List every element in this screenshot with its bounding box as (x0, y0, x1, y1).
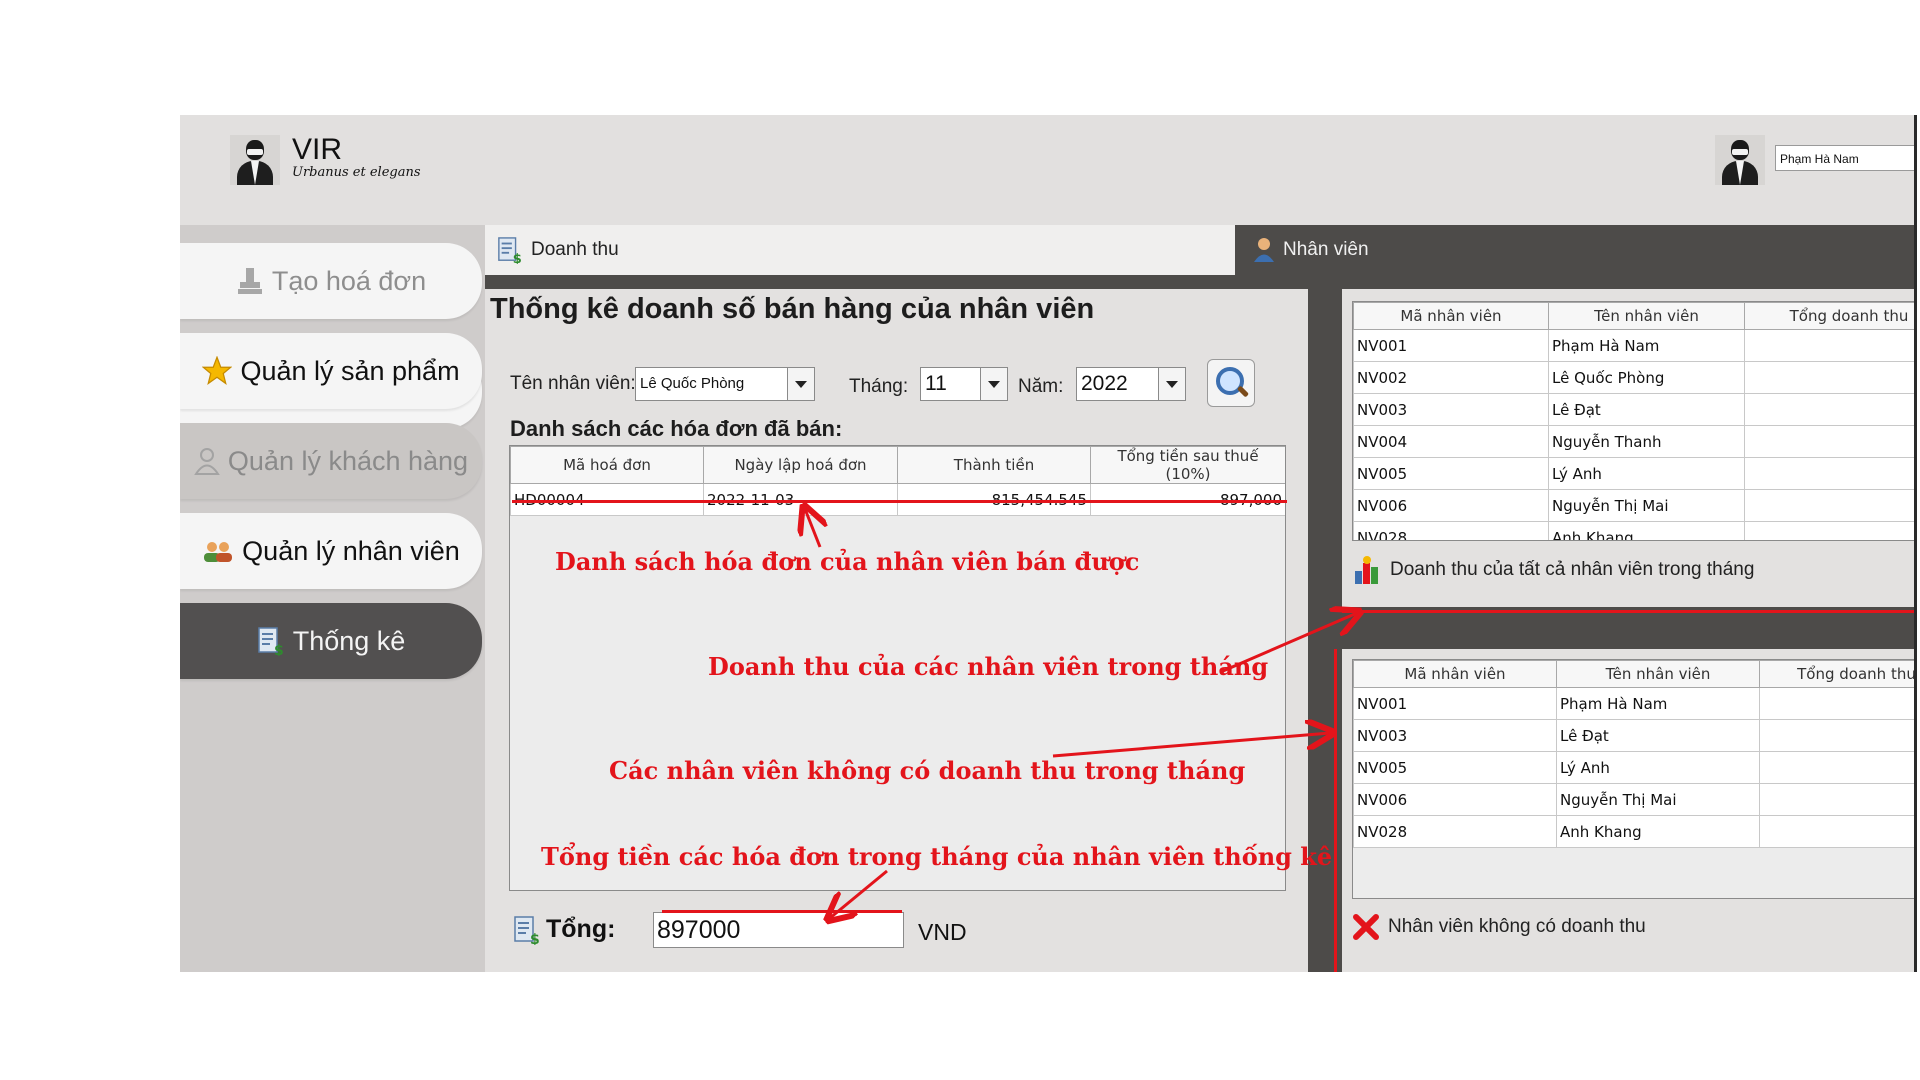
arrow-to-total (830, 869, 888, 918)
app-window: VIR Urbanus et elegans Phạm Hà Nam Tạo h… (180, 115, 1917, 972)
arrow-to-invoice-list (805, 509, 820, 548)
arrow-to-no-revenue-panel (1052, 733, 1330, 758)
annotation-arrows (180, 115, 1917, 972)
window-edge (1914, 115, 1917, 972)
arrow-to-revenue-panel (1222, 613, 1357, 673)
